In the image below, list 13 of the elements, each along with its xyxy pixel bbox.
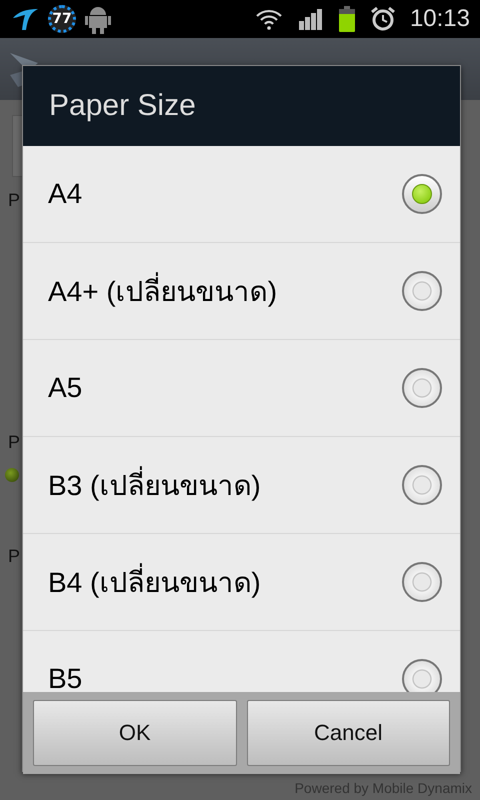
notification-badge: 77 (48, 5, 76, 33)
paper-size-option[interactable]: A4+ (เปลี่ยนขนาด) (23, 243, 460, 340)
clock-time: 10:13 (410, 5, 470, 33)
dialog-button[interactable]: Cancel (246, 700, 450, 766)
background-label: P (8, 432, 20, 453)
paper-size-option[interactable]: A5 (23, 340, 460, 437)
paper-size-option[interactable]: B4 (เปลี่ยนขนาด) (23, 534, 460, 631)
dialog-button[interactable]: OK (33, 700, 236, 766)
background-label: P (8, 546, 20, 567)
paper-size-option[interactable]: B3 (เปลี่ยนขนาด) (23, 437, 460, 534)
background-label: P (8, 190, 20, 211)
paper-size-option[interactable]: A4 (23, 146, 460, 243)
dialog-title: Paper Size (49, 89, 196, 123)
